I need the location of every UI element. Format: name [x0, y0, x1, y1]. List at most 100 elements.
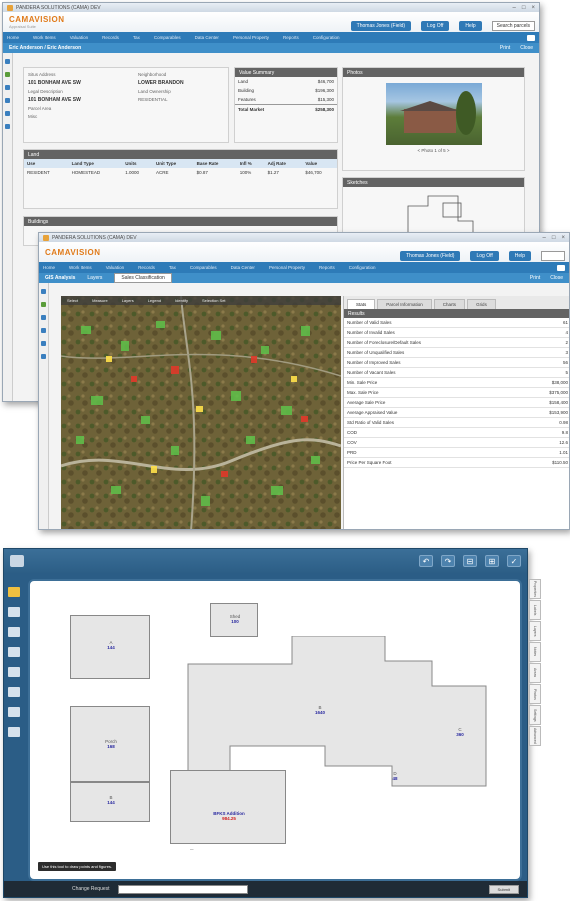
- menu-icon[interactable]: [557, 264, 565, 271]
- menu-item[interactable]: Records: [102, 35, 119, 40]
- comment-tool-icon[interactable]: [8, 727, 20, 737]
- tab-parcel-information[interactable]: Parcel Information: [377, 299, 432, 309]
- home-icon[interactable]: [41, 289, 46, 294]
- door-tool-icon[interactable]: [8, 627, 20, 637]
- menu-item[interactable]: Reports: [319, 265, 335, 270]
- map-tool-button[interactable]: Measure: [92, 298, 108, 303]
- map-icon[interactable]: [41, 302, 46, 307]
- logoff-button[interactable]: Log Off: [470, 251, 499, 261]
- search-input[interactable]: Search parcels: [491, 21, 535, 31]
- link-icon[interactable]: [41, 341, 46, 346]
- menu-item[interactable]: Data Center: [231, 265, 255, 270]
- edit-icon[interactable]: [5, 85, 10, 90]
- link-icon[interactable]: [5, 111, 10, 116]
- sketch-area-shed[interactable]: Shed 100: [210, 603, 258, 637]
- sketch-area-porch[interactable]: Porch 168: [70, 706, 150, 782]
- check-icon[interactable]: ✓: [507, 555, 521, 567]
- menu-item[interactable]: Records: [138, 265, 155, 270]
- map-icon[interactable]: [5, 72, 10, 77]
- label-tool-icon[interactable]: [8, 687, 20, 697]
- map-tool-button[interactable]: Selection Set: [202, 298, 226, 303]
- maximize-icon[interactable]: □: [522, 5, 526, 11]
- column-header[interactable]: Use: [24, 159, 69, 168]
- redo-icon[interactable]: ↷: [441, 555, 455, 567]
- wall-tool-icon[interactable]: [8, 607, 20, 617]
- menu-item[interactable]: Tax: [169, 265, 176, 270]
- menu-item[interactable]: Comparables: [190, 265, 217, 270]
- menu-item[interactable]: Home: [43, 265, 55, 270]
- help-button[interactable]: Help: [459, 21, 482, 31]
- column-header[interactable]: Base Rate: [194, 159, 237, 168]
- column-header[interactable]: Unit Type: [153, 159, 194, 168]
- photo-pager[interactable]: < Photo 1 of 5 >: [343, 148, 524, 153]
- aerial-map[interactable]: Select Measure Layers Legend Identify Selecti…: [61, 296, 341, 529]
- side-tab[interactable]: Notes: [529, 642, 541, 662]
- map-tool-button[interactable]: Select: [67, 298, 78, 303]
- side-tab[interactable]: Advanced: [529, 726, 541, 746]
- pin-icon[interactable]: [41, 328, 46, 333]
- menu-item[interactable]: Configuration: [349, 265, 376, 270]
- close-icon[interactable]: ×: [531, 5, 535, 11]
- user-button[interactable]: Thomas Jones (Field): [400, 251, 461, 261]
- print-tool-icon[interactable]: [8, 707, 20, 717]
- tab-stats[interactable]: Stats: [347, 299, 376, 309]
- minimize-icon[interactable]: –: [543, 235, 546, 241]
- sketch-area-addition[interactable]: BFKS Addition 984.25: [170, 770, 286, 844]
- sketch-canvas[interactable]: A 144 Shed 100 B 1640 C 360 D 48 Porch 1…: [28, 579, 522, 881]
- area-tool-icon[interactable]: [8, 667, 20, 677]
- menu-item[interactable]: Reports: [283, 35, 299, 40]
- change-request-input[interactable]: [117, 884, 248, 894]
- menu-item[interactable]: Work Items: [33, 35, 56, 40]
- submit-button[interactable]: Submit: [488, 884, 519, 894]
- column-header[interactable]: Land Type: [69, 159, 123, 168]
- side-tab[interactable]: Properties: [529, 579, 541, 599]
- sketch-area-a[interactable]: A 144: [70, 615, 150, 679]
- camera-icon[interactable]: [41, 354, 46, 359]
- menu-item[interactable]: Configuration: [313, 35, 340, 40]
- maximize-icon[interactable]: □: [552, 235, 556, 241]
- menu-item[interactable]: Tax: [133, 35, 140, 40]
- menu-item[interactable]: Personal Property: [269, 265, 305, 270]
- map-tool-button[interactable]: Layers: [122, 298, 134, 303]
- pin-icon[interactable]: [5, 98, 10, 103]
- tab-charts[interactable]: Charts: [433, 299, 466, 309]
- map-tool-button[interactable]: Legend: [148, 298, 161, 303]
- collapse-icon[interactable]: ⊟: [463, 555, 477, 567]
- menu-item[interactable]: Valuation: [70, 35, 88, 40]
- map-tool-button[interactable]: Identify: [175, 298, 188, 303]
- close-icon[interactable]: ×: [561, 235, 565, 241]
- window-tool-icon[interactable]: [8, 647, 20, 657]
- sketch-area-b[interactable]: B 144: [70, 782, 150, 822]
- logoff-button[interactable]: Log Off: [421, 21, 450, 31]
- side-tab[interactable]: Layers: [529, 621, 541, 641]
- menu-item[interactable]: Work Items: [69, 265, 92, 270]
- print-button[interactable]: Print: [500, 45, 510, 51]
- house-photo[interactable]: [385, 83, 482, 145]
- menu-item[interactable]: Personal Property: [233, 35, 269, 40]
- help-button[interactable]: Help: [508, 251, 532, 261]
- table-row[interactable]: RESIDENT HOMESTEAD 1.0000 ACRE $0.87 100% $1.2…: [24, 168, 337, 177]
- edit-icon[interactable]: [41, 315, 46, 320]
- expand-icon[interactable]: ⊞: [485, 555, 499, 567]
- home-icon[interactable]: [5, 59, 10, 64]
- search-input[interactable]: [541, 251, 565, 261]
- column-header[interactable]: Infl %: [237, 159, 265, 168]
- select-tool-icon[interactable]: [8, 587, 20, 597]
- layer-select[interactable]: Sales Classification: [114, 273, 172, 283]
- side-tab[interactable]: Labels: [529, 600, 541, 620]
- column-header[interactable]: Units: [122, 159, 153, 168]
- user-button[interactable]: Thomas Jones (Field): [350, 21, 412, 31]
- menu-item[interactable]: Data Center: [195, 35, 219, 40]
- column-header[interactable]: Adj Rate: [265, 159, 303, 168]
- side-tab[interactable]: Photos: [529, 684, 541, 704]
- tab-grids[interactable]: Grids: [467, 299, 496, 309]
- camera-icon[interactable]: [5, 124, 10, 129]
- minimize-icon[interactable]: –: [513, 5, 516, 11]
- column-header[interactable]: Value: [302, 159, 337, 168]
- menu-icon[interactable]: [527, 34, 535, 41]
- menu-item[interactable]: Comparables: [154, 35, 181, 40]
- menu-item[interactable]: Home: [7, 35, 19, 40]
- close-button[interactable]: Close: [550, 275, 563, 281]
- undo-icon[interactable]: ↶: [419, 555, 433, 567]
- print-button[interactable]: Print: [530, 275, 540, 281]
